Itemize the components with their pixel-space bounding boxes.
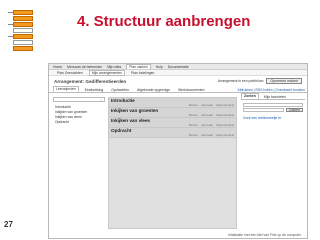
- tabs-right-links[interactable]: Afdrukken | RSS Indien | Overdracht func…: [235, 88, 307, 92]
- thumb-row: [13, 22, 33, 27]
- row-action[interactable]: Beheer: [189, 133, 198, 137]
- topnav-admin[interactable]: Menuvan de beheerder: [67, 65, 102, 69]
- search-input[interactable]: [243, 103, 303, 107]
- row-actions: Beheer Aanmaak Hulponderdeel: [189, 113, 234, 117]
- slide-title: 4. Structuur aanbrengen: [77, 13, 251, 30]
- subnav-layouts[interactable]: Plan Indelingen: [129, 71, 156, 75]
- row-actions: Beheer Aanmaak Hulponderdeel: [189, 123, 234, 127]
- row-action[interactable]: Beheer: [189, 103, 198, 107]
- footer-text: Intialisatie met een titel van Fritz op …: [228, 232, 301, 237]
- left-outline-panel: ⌕ Introductie Inkijken van groenten Inki…: [53, 97, 105, 125]
- slide-outline-thumbnail: [4, 4, 62, 52]
- row-label: Opdracht: [111, 128, 132, 133]
- row-action[interactable]: Hulponderdeel: [216, 133, 234, 137]
- thumb-row: [13, 46, 33, 51]
- row-actions: Beheer Aanmaak Hulponderdeel: [189, 133, 234, 137]
- row-actions: Beheer Aanmaak Hulponderdeel: [189, 103, 234, 107]
- topnav-help[interactable]: Hulp: [156, 65, 163, 69]
- right-tabs: Zoeken Mijn favorieten: [241, 93, 305, 100]
- structure-row[interactable]: Introductie Beheer Aanmaak Hulponderdeel: [109, 98, 236, 108]
- header-button[interactable]: Opnemen maken: [266, 78, 302, 84]
- tab-final-test[interactable]: Eindtoetsing: [83, 88, 106, 92]
- structure-row[interactable]: Opdracht Beheer Aanmaak Hulponderdeel: [109, 128, 236, 138]
- tab-search[interactable]: Zoeken: [241, 93, 259, 99]
- search-icon: ⌕: [100, 97, 102, 102]
- topnav-docs[interactable]: Documentatie: [168, 65, 189, 69]
- right-search-panel: Zoeken Mijn favorieten Zoeken Zoek een l…: [241, 93, 305, 124]
- row-action[interactable]: Hulponderdeel: [216, 123, 234, 127]
- structure-row[interactable]: Inkijken van groenten Beheer Aanmaak Hul…: [109, 108, 236, 118]
- thumb-row: [13, 28, 33, 33]
- row-action[interactable]: Aanmaak: [201, 103, 213, 107]
- row-action[interactable]: Hulponderdeel: [216, 113, 234, 117]
- header-actions: Arrangement in een portfolium Opnemen ma…: [218, 78, 302, 84]
- row-label: Introductie: [111, 98, 135, 103]
- page-number: 27: [4, 220, 13, 229]
- thumb-row: [13, 40, 33, 45]
- search-row: Zoeken: [243, 108, 303, 112]
- row-label: Inkijken van vlees: [111, 118, 151, 123]
- row-action[interactable]: Aanmaak: [201, 123, 213, 127]
- row-action[interactable]: Beheer: [189, 123, 198, 127]
- page-header: Arrangement: Gedifferentieerden Arrangem…: [49, 76, 307, 86]
- content-body: ⌕ Introductie Inkijken van groenten Inki…: [49, 93, 307, 230]
- outline-search-input[interactable]: ⌕: [53, 97, 105, 102]
- row-label: Inkijken van groenten: [111, 108, 159, 113]
- search-button[interactable]: Zoeken: [285, 108, 303, 112]
- topnav-home[interactable]: Home: [53, 65, 62, 69]
- tab-learning-objects[interactable]: Leerobjecten: [53, 86, 79, 92]
- search-field[interactable]: [243, 108, 284, 112]
- topnav-my-sites[interactable]: Mijn sites: [107, 65, 121, 69]
- thumb-row: [13, 34, 33, 39]
- header-link[interactable]: Arrangement in een portfolium: [218, 79, 264, 83]
- thumb-row: [13, 16, 33, 21]
- tab-assignments[interactable]: Opdrachten: [109, 88, 131, 92]
- tab-favorites[interactable]: Mijn favorieten: [262, 95, 288, 99]
- subnav-my-arrangements[interactable]: Mijn arrangementen: [88, 69, 125, 76]
- tab-work-docs[interactable]: Werkdocumenten: [176, 88, 207, 92]
- row-action[interactable]: Aanmaak: [201, 133, 213, 137]
- embedded-app-screenshot: Home Menuvan de beheerder Mijn sites Pla…: [48, 63, 308, 239]
- content-tabs: Leerobjecten Eindtoetsing Opdrachten Afg…: [49, 86, 307, 93]
- outline-item[interactable]: Opdracht: [53, 120, 105, 125]
- row-action[interactable]: Hulponderdeel: [216, 103, 234, 107]
- tab-follow-up[interactable]: Afgebonde opgevolge: [135, 88, 172, 92]
- thumb-row: [13, 10, 33, 15]
- structure-row[interactable]: Inkijken van vlees Beheer Aanmaak Hulpon…: [109, 118, 236, 128]
- page-title: Arrangement: Gedifferentieerden: [54, 78, 127, 84]
- structure-list: Introductie Beheer Aanmaak Hulponderdeel…: [108, 97, 237, 229]
- row-action[interactable]: Aanmaak: [201, 113, 213, 117]
- topnav-plan[interactable]: Plan vakken: [126, 64, 151, 69]
- search-link[interactable]: Zoek een leeblomeetje te: [243, 116, 303, 120]
- subnav-overviews[interactable]: Plan Overzichten: [55, 71, 85, 75]
- row-action[interactable]: Beheer: [189, 113, 198, 117]
